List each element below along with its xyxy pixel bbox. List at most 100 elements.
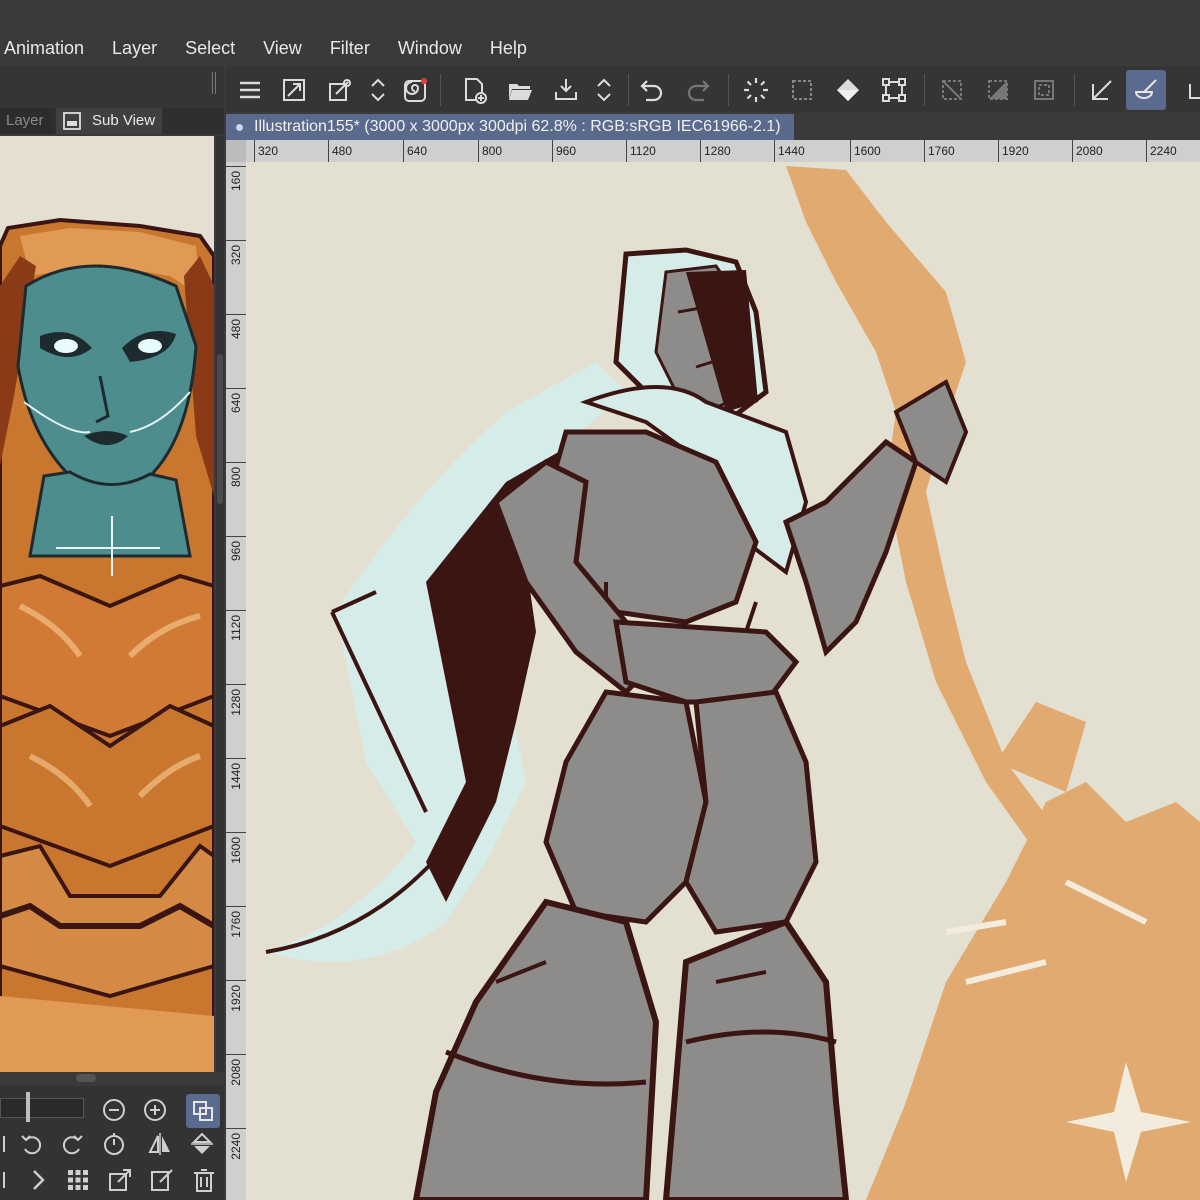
ruler-tick: 1280 (700, 140, 731, 162)
more-icon[interactable] (1176, 70, 1200, 110)
ruler-tick: 160 (226, 166, 246, 241)
ruler-tick: 1920 (226, 980, 246, 1055)
ruler-tick: 1440 (226, 758, 246, 833)
reference-illustration (0, 136, 214, 1072)
pen-icon[interactable] (1082, 70, 1122, 110)
canvas-document-tab[interactable]: Illustration155* (3000 x 3000px 300dpi 6… (226, 114, 794, 140)
ruler-tick: 2080 (226, 1054, 246, 1129)
loading-icon[interactable] (736, 70, 776, 110)
ruler-tick: 1600 (226, 832, 246, 907)
ruler-tick: 480 (226, 314, 246, 389)
ruler-tick: 2240 (1146, 140, 1177, 162)
open-folder-icon[interactable] (500, 70, 540, 110)
zoom-slider[interactable] (0, 1098, 84, 1118)
unsaved-indicator-icon (236, 124, 243, 131)
deselect-icon[interactable] (932, 70, 972, 110)
eyedropper-toggle-icon[interactable] (186, 1094, 220, 1128)
ruler-tick: 320 (254, 140, 278, 162)
flip-vertical-icon[interactable] (188, 1130, 216, 1158)
transform-icon[interactable] (874, 70, 914, 110)
ruler-tick: 1280 (226, 684, 246, 759)
toolbar-divider (1074, 74, 1075, 106)
toolbar-divider (728, 74, 729, 106)
selection-border-icon[interactable] (1024, 70, 1064, 110)
grid-icon[interactable] (64, 1166, 92, 1194)
ruler-tick: 1760 (226, 906, 246, 981)
menu-window[interactable]: Window (384, 30, 476, 66)
ruler-tick: 320 (226, 240, 246, 315)
fit-icon[interactable] (274, 70, 314, 110)
rotate-left-icon[interactable] (18, 1130, 46, 1158)
title-bar (0, 0, 1200, 30)
canvas-artwork (246, 162, 1200, 1200)
trash-icon[interactable] (190, 1166, 218, 1194)
ruler-tick: 2080 (1072, 140, 1103, 162)
zoom-in-icon[interactable] (141, 1096, 169, 1124)
ruler-tick: 480 (328, 140, 352, 162)
zoom-out-icon[interactable] (100, 1096, 128, 1124)
sub-view-icon (63, 112, 81, 130)
panel-grip-handle[interactable] (212, 72, 218, 94)
menu-animation[interactable]: Animation (0, 30, 98, 66)
ruler-tick: 1120 (626, 140, 656, 162)
toolbar-divider (924, 74, 925, 106)
ruler-tick: 1120 (226, 610, 246, 685)
ruler-tick: 800 (478, 140, 502, 162)
tab-sub-view-label: Sub View (92, 112, 156, 129)
sub-panel-tabs: Layer Sub View (0, 108, 224, 134)
sub-view-reference-image[interactable] (0, 136, 214, 1072)
left-panel-header (0, 66, 224, 108)
ruler-horizontal: 320 480 640 800 960 1120 1280 1440 1600 … (246, 140, 1200, 162)
tab-strip-empty (794, 114, 1200, 140)
edge-icon[interactable] (0, 1166, 22, 1194)
sub-view-scrollbar[interactable] (216, 136, 224, 1072)
ruler-vertical: 160 320 480 640 800 960 1120 1280 1440 1… (226, 162, 246, 1200)
menu-filter[interactable]: Filter (316, 30, 384, 66)
invert-selection-icon[interactable] (978, 70, 1018, 110)
tab-sub-view[interactable]: Sub View (56, 108, 162, 134)
updown-icon[interactable] (358, 70, 398, 110)
new-file-icon[interactable] (454, 70, 494, 110)
ruler-tick: 1600 (850, 140, 881, 162)
menu-help[interactable]: Help (476, 30, 541, 66)
selection-icon[interactable] (782, 70, 822, 110)
tab-layer[interactable]: Layer (0, 108, 52, 134)
sub-view-horizontal-scroll[interactable] (76, 1074, 96, 1082)
save-icon[interactable] (546, 70, 586, 110)
ruler-tick: 640 (226, 388, 246, 463)
ruler-tick: 2240 (226, 1128, 246, 1200)
undo-icon[interactable] (632, 70, 672, 110)
updown-icon[interactable] (584, 70, 624, 110)
menu-layer[interactable]: Layer (98, 30, 171, 66)
zoom-slider-knob[interactable] (26, 1092, 30, 1122)
redo-icon[interactable] (678, 70, 718, 110)
menu-icon[interactable] (230, 70, 270, 110)
canvas-title: Illustration155* (3000 x 3000px 300dpi 6… (254, 118, 781, 135)
toolbar-divider (440, 74, 441, 106)
ruler-tick: 1440 (774, 140, 805, 162)
next-icon[interactable] (24, 1166, 52, 1194)
ruler-tick: 960 (552, 140, 576, 162)
ruler-tick: 640 (403, 140, 427, 162)
command-bar (226, 66, 1200, 112)
import-icon[interactable] (106, 1166, 134, 1194)
menu-bar: Animation Layer Select View Filter Windo… (0, 30, 1200, 66)
ruler-tick: 960 (226, 536, 246, 611)
flip-horizontal-icon[interactable] (146, 1130, 174, 1158)
rotate-right-icon[interactable] (58, 1130, 86, 1158)
spiral-icon[interactable] (396, 70, 436, 110)
ruler-tick: 1760 (924, 140, 955, 162)
ruler-tick: 1920 (998, 140, 1029, 162)
ruler-tick: 800 (226, 462, 246, 537)
toolbar-divider (628, 74, 629, 106)
brush-icon[interactable] (1126, 70, 1166, 110)
menu-view[interactable]: View (249, 30, 316, 66)
menu-select[interactable]: Select (171, 30, 249, 66)
reset-rotation-icon[interactable] (100, 1130, 128, 1158)
fill-icon[interactable] (828, 70, 868, 110)
scrollbar-thumb[interactable] (217, 354, 223, 504)
eyedropper-icon[interactable] (320, 70, 360, 110)
drawing-canvas[interactable] (246, 162, 1200, 1200)
edit-icon[interactable] (148, 1166, 176, 1194)
ruler-corner (226, 140, 246, 162)
